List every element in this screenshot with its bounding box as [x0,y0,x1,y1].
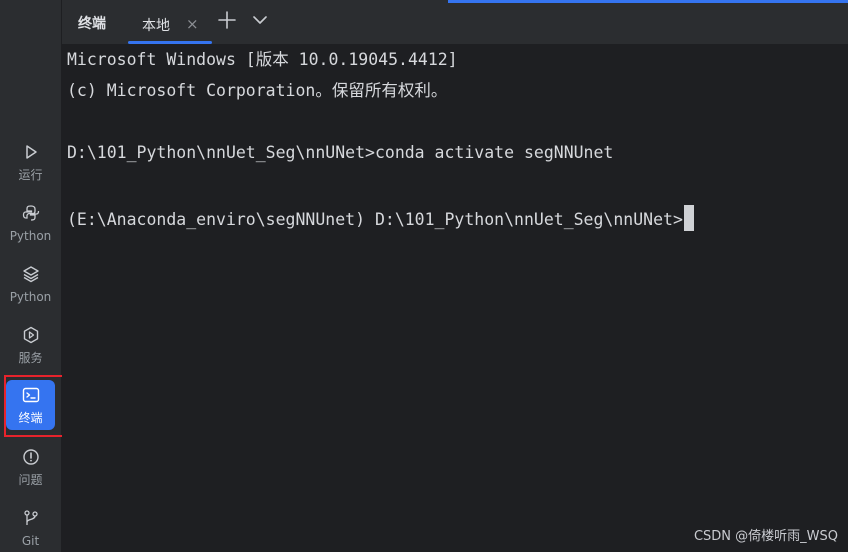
close-icon[interactable]: × [186,15,199,33]
ide-window: 运行 Python Python 服务 终端 问题 Git 终端 本地 × Mi… [0,0,848,552]
services-icon [22,326,40,348]
sidebar-item-terminal[interactable]: 终端 [6,380,55,430]
sidebar-item-label: 终端 [18,410,43,425]
text-cursor [683,205,694,231]
tool-window-title: 终端 [78,16,106,32]
sidebar-item-label: Python [9,289,52,304]
sidebar-item-git[interactable]: Git [6,503,55,552]
watermark: CSDN @倚楼听雨_WSQ [693,529,838,544]
terminal-line: D:\101_Python\nnUet_Seg\nnUNet>conda act… [67,143,614,162]
window-accent-bar [448,0,848,3]
sidebar-item-python-console[interactable]: Python [6,198,55,248]
sidebar-item-label: 服务 [18,350,43,365]
problems-icon [22,448,40,470]
sidebar-item-label: 运行 [18,167,43,182]
tab-local[interactable]: 本地 × [128,6,212,44]
sidebar-item-label: 问题 [18,472,43,487]
terminal-prompt-line[interactable]: (E:\Anaconda_enviro\segNNUnet) D:\101_Py… [67,205,694,231]
sidebar-item-problems[interactable]: 问题 [6,442,55,492]
sidebar-item-python-packages[interactable]: Python [6,259,55,309]
chevron-down-icon[interactable] [252,12,268,28]
python-icon [22,204,40,226]
terminal-icon [22,386,40,408]
sidebar-item-label: Git [21,533,40,548]
git-icon [22,509,40,531]
tool-window-strip: 运行 Python Python 服务 终端 问题 Git [0,0,62,552]
sidebar-item-services[interactable]: 服务 [6,320,55,370]
run-icon [22,143,40,165]
sidebar-item-label: Python [9,228,52,243]
terminal-line: Microsoft Windows [版本 10.0.19045.4412] [67,50,458,69]
layers-icon [22,265,40,287]
terminal-prompt: (E:\Anaconda_enviro\segNNUnet) D:\101_Py… [67,210,683,229]
terminal-output[interactable]: Microsoft Windows [版本 10.0.19045.4412] (… [62,44,848,552]
tab-label: 本地 [142,18,170,34]
terminal-line: (c) Microsoft Corporation。保留所有权利。 [67,81,448,100]
sidebar-item-run[interactable]: 运行 [6,137,55,187]
plus-icon[interactable] [216,9,238,31]
terminal-tabbar: 终端 本地 × [62,0,848,44]
